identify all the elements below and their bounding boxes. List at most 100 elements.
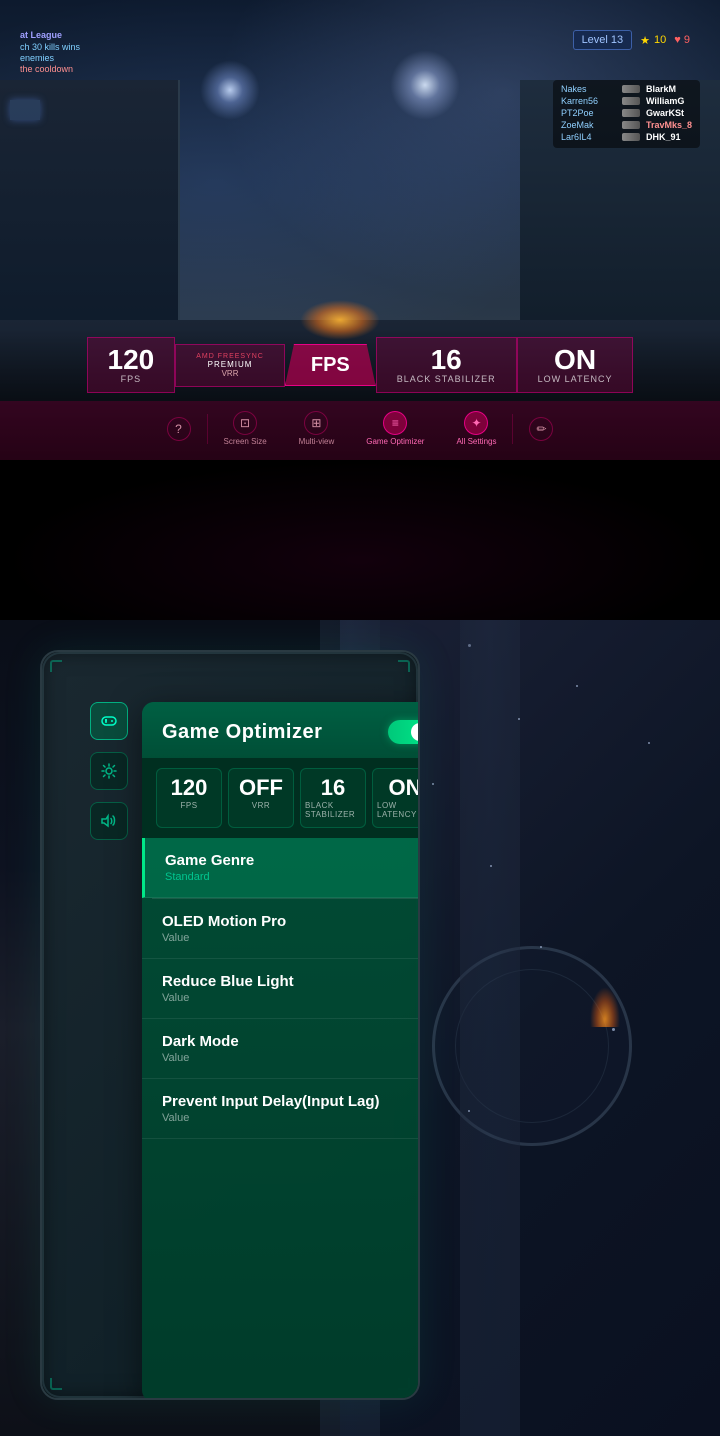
score-row-3: PT2Poe GwarKSt <box>561 108 692 118</box>
fps-value: 120 <box>108 346 155 374</box>
side-icon-settings[interactable] <box>90 752 128 790</box>
help-icon: ? <box>167 417 191 441</box>
menu-game-optimizer[interactable]: ≡ Game Optimizer <box>350 407 440 450</box>
score-row-5: Lar6IL4 DHK_91 <box>561 132 692 142</box>
panel-stat-vrr: OFF VRR <box>228 768 294 828</box>
panel-stats: 120 FPS OFF VRR 16 Black Stabilizer ON L… <box>142 758 420 838</box>
panel-stat-low-latency: ON Low Latency <box>372 768 420 828</box>
corner-bl <box>50 1378 62 1390</box>
lives-value: 9 <box>684 34 690 46</box>
scoreboard: Nakes BlarkM Karren56 WilliamG PT2Poe Gw… <box>553 80 700 148</box>
menu-all-settings[interactable]: ✦ All Settings <box>440 407 512 450</box>
stat-fps-mode[interactable]: FPS <box>285 344 376 386</box>
hud-bottom: 120 FPS AMD FreeSync Premium VRR FPS 16 … <box>0 329 720 460</box>
menu-item-dark-mode[interactable]: Dark Mode Value › <box>142 1019 420 1079</box>
menu-item-dark-mode-text: Dark Mode Value <box>162 1033 239 1064</box>
game-optimizer-icon: ≡ <box>383 411 407 435</box>
stat-fps: 120 FPS <box>87 337 176 393</box>
optimizer-toggle[interactable] <box>388 720 420 744</box>
game-optimizer-label: Game Optimizer <box>366 437 424 446</box>
stat-freesync: AMD FreeSync Premium VRR <box>175 344 285 387</box>
player-name-4: ZoeMak <box>561 120 616 130</box>
low-latency-label: Low Latency <box>538 374 613 384</box>
black-stab-value: 16 <box>431 346 462 374</box>
reduce-blue-light-value: Value <box>162 992 294 1004</box>
player-name-3: PT2Poe <box>561 108 616 118</box>
screen-size-icon: ⊡ <box>233 411 257 435</box>
game-optimizer-panel: Game Optimizer 120 FPS OFF VRR 16 Black … <box>142 702 420 1400</box>
panel-fps-value: 120 <box>171 777 208 799</box>
black-stab-label: Black Stabilizer <box>397 374 496 384</box>
panel-stat-black-stab: 16 Black Stabilizer <box>300 768 366 828</box>
heart-icon: ♥ <box>674 34 681 46</box>
panel-black-stab-label: Black Stabilizer <box>305 801 361 819</box>
pillar-2 <box>460 620 520 1436</box>
weapon-icon-1 <box>622 85 640 93</box>
game-genre-value: Standard <box>165 871 254 883</box>
kill-feed-title: at League <box>20 30 80 40</box>
kill-count-3: GwarKSt <box>646 108 684 118</box>
dark-mode-value: Value <box>162 1052 239 1064</box>
panel-title: Game Optimizer <box>162 721 322 744</box>
kill-count-1: BlarkM <box>646 84 676 94</box>
menu-screen-size[interactable]: ⊡ Screen Size <box>208 407 283 450</box>
kill-count-5: DHK_91 <box>646 132 681 142</box>
kill-feed: at League ch 30 kills wins enemies the c… <box>20 30 80 75</box>
menu-item-reduce-blue-light-text: Reduce Blue Light Value <box>162 973 294 1004</box>
multiview-icon: ⊞ <box>304 411 328 435</box>
menu-edit[interactable]: ✏ <box>513 413 569 445</box>
kill-count-2: WilliamG <box>646 96 684 106</box>
freesync-label: Premium <box>208 360 253 369</box>
score-value: 10 <box>654 34 666 46</box>
menu-bar: ? ⊡ Screen Size ⊞ Multi-view ≡ Game Opti… <box>0 401 720 460</box>
score-row-1: Nakes BlarkM <box>561 84 692 94</box>
fps-mode-value: FPS <box>311 355 350 375</box>
score-row-4: ZoeMak TravMks_8 <box>561 120 692 130</box>
top-game-section: Level 13 ★ 10 ♥ 9 Nakes BlarkM Karren56 … <box>0 0 720 460</box>
score-row-2: Karren56 WilliamG <box>561 96 692 106</box>
bottom-game-section: Game Optimizer 120 FPS OFF VRR 16 Black … <box>0 620 720 1436</box>
menu-item-prevent-input-delay[interactable]: Prevent Input Delay(Input Lag) Value › <box>142 1079 420 1139</box>
edit-icon: ✏ <box>529 417 553 441</box>
panel-black-stab-value: 16 <box>321 777 345 799</box>
panel-low-latency-label: Low Latency <box>377 801 420 819</box>
all-settings-label: All Settings <box>456 437 496 446</box>
screen-size-label: Screen Size <box>224 437 267 446</box>
prevent-input-delay-value: Value <box>162 1112 380 1124</box>
corner-tr <box>398 660 410 672</box>
fps-label: FPS <box>121 374 142 384</box>
corner-tl <box>50 660 62 672</box>
weapon-icon-3 <box>622 109 640 117</box>
low-latency-value: ON <box>554 346 596 374</box>
tv-frame: Game Optimizer 120 FPS OFF VRR 16 Black … <box>40 650 420 1400</box>
game-genre-title: Game Genre <box>165 852 254 869</box>
menu-item-reduce-blue-light[interactable]: Reduce Blue Light Value › <box>142 959 420 1019</box>
stat-low-latency: ON Low Latency <box>517 337 634 393</box>
stats-bar: 120 FPS AMD FreeSync Premium VRR FPS 16 … <box>0 329 720 401</box>
panel-stat-fps: 120 FPS <box>156 768 222 828</box>
weapon-icon-4 <box>622 121 640 129</box>
panel-vrr-value: OFF <box>239 777 283 799</box>
menu-item-game-genre[interactable]: Game Genre Standard › <box>142 838 420 898</box>
street-light-1 <box>200 60 260 120</box>
side-icon-gamepad[interactable] <box>90 702 128 740</box>
weapon-icon-5 <box>622 133 640 141</box>
star-icon: ★ <box>640 34 650 47</box>
side-icon-volume[interactable] <box>90 802 128 840</box>
stat-black-stabilizer: 16 Black Stabilizer <box>376 337 517 393</box>
menu-item-prevent-input-delay-text: Prevent Input Delay(Input Lag) Value <box>162 1093 380 1124</box>
panel-fps-label: FPS <box>180 801 197 810</box>
reduce-blue-light-title: Reduce Blue Light <box>162 973 294 990</box>
menu-multiview[interactable]: ⊞ Multi-view <box>283 407 351 450</box>
hud-score: ★ 10 <box>640 34 666 47</box>
hud-lives: ♥ 9 <box>674 34 690 46</box>
player-name-1: Nakes <box>561 84 616 94</box>
menu-item-oled-motion[interactable]: OLED Motion Pro Value › <box>142 899 420 959</box>
all-settings-icon: ✦ <box>464 411 488 435</box>
multiview-label: Multi-view <box>299 437 335 446</box>
panel-vrr-label: VRR <box>252 801 270 810</box>
kill-line-1: ch 30 kills wins <box>20 42 80 52</box>
weapon-icon-2 <box>622 97 640 105</box>
menu-item-game-genre-text: Game Genre Standard <box>165 852 254 883</box>
menu-help[interactable]: ? <box>151 413 207 445</box>
